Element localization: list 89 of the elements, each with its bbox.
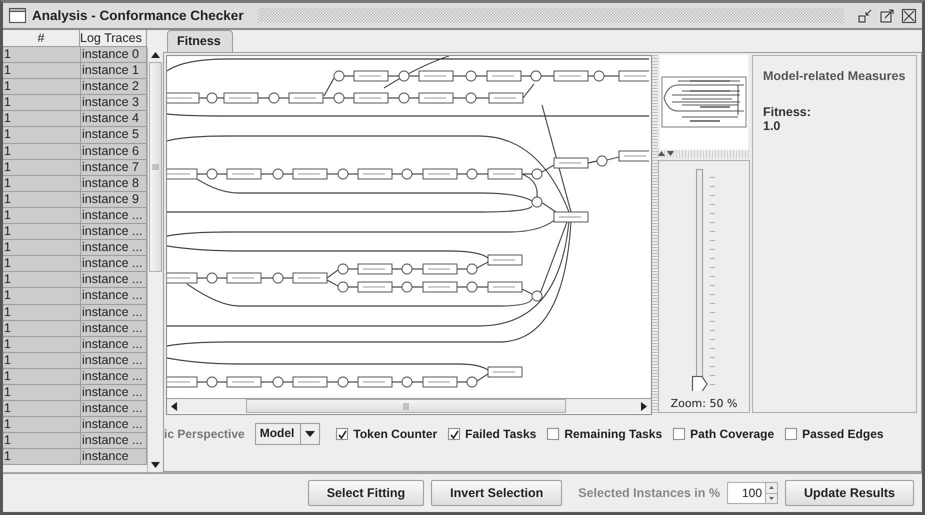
tab[interactable]: Fitness xyxy=(167,30,233,52)
maximize-icon[interactable] xyxy=(880,8,894,22)
table-cell: instance ... xyxy=(81,433,148,450)
table-cell: instance ... xyxy=(81,224,148,240)
percent-spinner[interactable]: 100 xyxy=(727,482,778,504)
action-button[interactable]: Invert Selection xyxy=(431,480,562,506)
window-title: Analysis - Conformance Checker xyxy=(32,8,244,23)
scroll-right-icon[interactable] xyxy=(641,402,647,410)
checkbox-option[interactable]: Failed Tasks xyxy=(448,427,536,441)
table-cell: instance 4 xyxy=(81,111,148,128)
action-button[interactable]: Select Fitting xyxy=(308,480,424,506)
checkbox-option[interactable]: Token Counter xyxy=(336,427,438,441)
checkbox-option[interactable]: Path Coverage xyxy=(673,427,774,441)
table-cell: instance ... xyxy=(81,272,148,288)
table-cell: instance ... xyxy=(81,240,148,256)
window-icon xyxy=(9,8,26,23)
measures-heading: Model-related Measures xyxy=(763,69,906,83)
table-cell: 1 xyxy=(3,127,81,144)
perspective-label: ic Perspective xyxy=(164,427,245,441)
table-cell: instance ... xyxy=(81,352,148,369)
scrollbar-thumb[interactable] xyxy=(149,62,162,272)
checkbox-option[interactable]: Remaining Tasks xyxy=(547,427,662,441)
measure-value: 1.0 xyxy=(763,119,782,133)
collapse-arrows-icon[interactable] xyxy=(658,151,676,157)
table-cell: instance 2 xyxy=(81,79,148,96)
table-cell: 1 xyxy=(3,240,81,256)
table-cell: 1 xyxy=(3,208,81,224)
table-cell: instance 9 xyxy=(81,192,148,208)
table-cell: 1 xyxy=(3,417,81,434)
close-icon[interactable] xyxy=(902,8,916,22)
check-icon xyxy=(450,430,459,438)
check-icon xyxy=(338,430,347,438)
table-cell: 1 xyxy=(3,79,81,96)
update-button[interactable]: Update Results xyxy=(785,480,914,506)
slider-thumb[interactable] xyxy=(692,376,708,391)
table-cell: instance ... xyxy=(81,288,148,304)
table-cell: 1 xyxy=(3,176,81,192)
table-cell: instance 3 xyxy=(81,95,148,112)
table-cell: instance ... xyxy=(81,401,148,418)
table-cell: instance ... xyxy=(81,304,148,321)
table-cell: 1 xyxy=(3,401,81,418)
table-cell: 1 xyxy=(3,449,81,466)
scroll-left-icon[interactable] xyxy=(171,402,177,410)
table-cell: 1 xyxy=(3,47,81,64)
vertical-scrollbar[interactable] xyxy=(147,47,163,472)
table-cell: instance 5 xyxy=(81,127,148,144)
table-cell: 1 xyxy=(3,288,81,304)
table-cell: instance 1 xyxy=(81,63,148,80)
zoom-reading: Zoom: 50 % xyxy=(670,397,738,410)
table-cell: 1 xyxy=(3,224,81,240)
table-cell: instance xyxy=(81,449,148,466)
table-cell: instance ... xyxy=(81,336,148,353)
table-cell: 1 xyxy=(3,384,81,402)
table-cell: 1 xyxy=(3,304,81,321)
table-cell: 1 xyxy=(3,368,81,385)
minimize-icon[interactable] xyxy=(858,8,872,22)
table-cell: 1 xyxy=(3,160,81,176)
perspective-dropdown[interactable]: Model xyxy=(254,423,320,445)
table-cell: instance ... xyxy=(81,384,148,402)
horizontal-scrollbar[interactable] xyxy=(167,398,651,413)
table-cell: 1 xyxy=(3,63,81,80)
table-cell: 1 xyxy=(3,95,81,112)
checkbox-option[interactable]: Passed Edges xyxy=(785,427,884,441)
measure-label: Fitness: xyxy=(763,105,812,119)
table-cell: 1 xyxy=(3,433,81,450)
table-cell: instance 7 xyxy=(81,160,148,176)
table-cell: 1 xyxy=(3,111,81,128)
table-cell: instance 8 xyxy=(81,176,148,192)
table-cell: instance ... xyxy=(81,417,148,434)
scroll-down-icon[interactable] xyxy=(151,462,160,468)
table-cell: instance ... xyxy=(81,256,148,272)
table-cell: 1 xyxy=(3,336,81,353)
table-cell: 1 xyxy=(3,144,81,160)
table-cell: 1 xyxy=(3,272,81,288)
table-cell: 1 xyxy=(3,352,81,369)
spin-up-icon[interactable] xyxy=(769,486,774,490)
table-cell: 1 xyxy=(3,256,81,272)
table-cell: instance 0 xyxy=(81,47,148,64)
scroll-up-icon[interactable] xyxy=(151,52,160,58)
table-cell: instance ... xyxy=(81,208,148,224)
instances-label: Selected Instances in % xyxy=(578,486,720,500)
scrollbar-thumb[interactable] xyxy=(246,399,566,413)
table-cell: instance 6 xyxy=(81,144,148,160)
table-cell: 1 xyxy=(3,192,81,208)
table-cell: instance ... xyxy=(81,320,148,337)
table-cell: 1 xyxy=(3,320,81,337)
spin-down-icon[interactable] xyxy=(769,496,774,500)
table-cell: instance ... xyxy=(81,368,148,385)
caret-icon[interactable] xyxy=(305,431,316,437)
